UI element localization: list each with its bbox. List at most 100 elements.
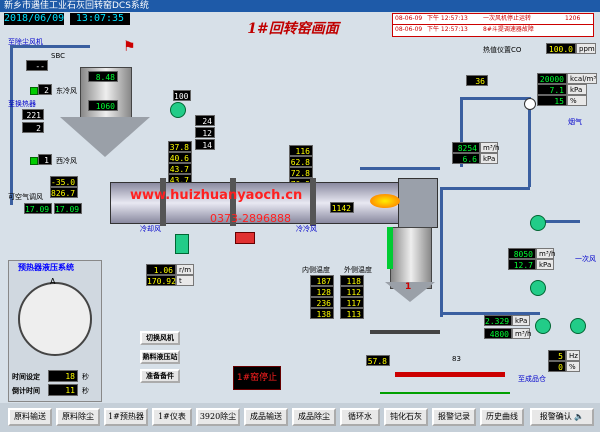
unit-pct1: %: [567, 95, 587, 106]
pipe-left-v: [10, 45, 13, 205]
pipe-fan-h: [540, 220, 580, 223]
kiln-head-hood: [398, 178, 438, 228]
p1-value: 8254: [452, 142, 480, 153]
time-set-value[interactable]: 18: [48, 370, 78, 382]
time-count-value: 11: [48, 384, 78, 396]
window-title-bar: 新乡市遇佳工业石灰回转窑DCS系统: [0, 0, 600, 12]
unit-rpm: r/m: [176, 264, 194, 275]
motor-icon: [524, 98, 536, 110]
tower-temp: 8.48: [88, 71, 118, 82]
heat-unit: ppm: [576, 43, 596, 54]
label-top-wind: 至除尘风机: [8, 38, 43, 46]
nav-product-dust[interactable]: 成品除尘: [292, 408, 336, 426]
pipe-right-v2: [528, 97, 531, 187]
pipe-low-h: [440, 187, 530, 190]
nav-circulating-water[interactable]: 循环水: [340, 408, 380, 426]
unit-m3h2: m³/h: [536, 248, 555, 259]
west-fan-indicator: [30, 157, 38, 165]
label-83: 83: [452, 355, 461, 363]
label-to-product: 至成品仓: [518, 375, 546, 383]
label-adjust: 可空气调风: [8, 193, 43, 201]
unit-kpa1: kPa: [567, 84, 587, 95]
flow2: 7.1: [537, 84, 567, 95]
left-a1: -35.0: [50, 176, 78, 187]
inner-temp-3: 138: [310, 308, 334, 319]
mid3-value: 14: [195, 139, 215, 150]
switch-fan-button[interactable]: 切换风机: [140, 331, 180, 345]
time-set-unit: 秒: [82, 373, 89, 381]
screen-title: 1#回转窑画面: [247, 21, 339, 37]
time-set-label: 时间设定: [12, 373, 40, 381]
inner-temp-2: 236: [310, 297, 334, 308]
time-count-unit: 秒: [82, 387, 89, 395]
bottom-conveyor-belt: [380, 392, 510, 394]
alarm-table[interactable]: 08-06-09 下午 12:57:13 一次风机停止运转 1206 08-06-09…: [392, 13, 594, 37]
inner-temp-1: 128: [310, 286, 334, 297]
v127: 12.7: [508, 259, 536, 270]
valve-icon: [235, 232, 255, 244]
nav-alarm-log[interactable]: 报警记录: [432, 408, 476, 426]
kiln-r2: 62.8: [289, 156, 313, 167]
label-west: 西冷风: [56, 157, 77, 165]
bottom-toolbar: 原料输送 原料除尘 1#预热器 1#仪表 3920除尘 成品输送 成品除尘 循环…: [0, 403, 600, 432]
z57: 57.8: [366, 355, 390, 366]
bottom-conveyor: [395, 372, 505, 377]
kiln-g3: 43.7: [168, 163, 192, 174]
fan-120b-icon: [530, 215, 546, 231]
top-r1: 36: [466, 75, 488, 86]
top-small-value: --: [26, 60, 48, 71]
alarm-confirm-button[interactable]: 报警确认 🔈: [530, 408, 594, 426]
kiln-r3: 72.8: [289, 167, 313, 178]
unit-m3h3: m³/h: [512, 328, 531, 339]
mid-fan2: 170.92: [146, 275, 176, 286]
p2-value: 6.6: [452, 153, 480, 164]
time-display: 13:07:35: [70, 13, 130, 25]
fan-115b-icon: [570, 318, 586, 334]
cooler: [390, 227, 432, 289]
cooler-green-bar: [387, 227, 393, 269]
nav-passivated-lime[interactable]: 钝化石灰: [384, 408, 428, 426]
kiln-g2: 40.6: [168, 152, 192, 163]
unit-hz: Hz: [566, 350, 580, 361]
kiln-stop-button[interactable]: 1#窑停止: [233, 366, 281, 390]
label-outer-temp: 外侧温度: [344, 266, 372, 274]
pipe-right-h: [460, 97, 530, 100]
outer-temp-2: 117: [340, 297, 364, 308]
outer-temp-3: 113: [340, 308, 364, 319]
nav-product-transport[interactable]: 成品输送: [244, 408, 288, 426]
nav-raw-transport[interactable]: 原料输送: [8, 408, 52, 426]
west-value: 1: [38, 154, 52, 165]
nav-instruments[interactable]: 1#仪表: [152, 408, 192, 426]
outer-temp-0: 118: [340, 275, 364, 286]
label-cold-wind: 冷却风: [140, 225, 161, 233]
hydraulic-station-button[interactable]: 熟料液压站: [140, 350, 180, 364]
left-a4: 17.09: [54, 203, 82, 214]
mid-fan: 1.06: [146, 264, 176, 275]
nav-history-curve[interactable]: 历史曲线: [480, 408, 524, 426]
nav-preheater[interactable]: 1#预热器: [104, 408, 148, 426]
fan-115a-icon: [535, 318, 551, 334]
kiln-ring: [310, 178, 316, 226]
left-a3: 17.09: [24, 203, 52, 214]
date-display: 2018/06/09: [4, 13, 65, 25]
hydraulic-center: A: [50, 277, 56, 286]
process-canvas: 2018/06/09 13:07:35 1#回转窑画面 08-06-09 下午 1…: [0, 12, 600, 403]
nav-3920-dust[interactable]: 3920除尘: [196, 408, 240, 426]
kiln-temp: 1142: [330, 202, 354, 213]
unit-kcal: kcal/m³: [567, 73, 597, 84]
speaker-icon: 🔈: [571, 412, 585, 421]
outer-temp-1: 112: [340, 286, 364, 297]
nav-raw-dust[interactable]: 原料除尘: [56, 408, 100, 426]
preheater-cone: [60, 117, 150, 157]
fan-120a-icon: [530, 280, 546, 296]
flow3: 15: [537, 95, 567, 106]
unit-kpa2: kPa: [480, 153, 498, 164]
alarm-row[interactable]: 08-06-09 下午 12:57:13 一次风机停止运转 1206: [393, 14, 593, 25]
alarm-row[interactable]: 08-06-09 下午 12:57:13 8#斗提调速器故障: [393, 25, 593, 35]
preheat-v2: 2: [22, 122, 44, 133]
unit-m3h: m³/h: [480, 142, 499, 153]
pipe-low-v: [440, 187, 443, 317]
label-smoke: 烟气: [568, 118, 582, 126]
mid2-value: 12: [195, 127, 215, 138]
spare-parts-button[interactable]: 准备备件: [140, 369, 180, 383]
